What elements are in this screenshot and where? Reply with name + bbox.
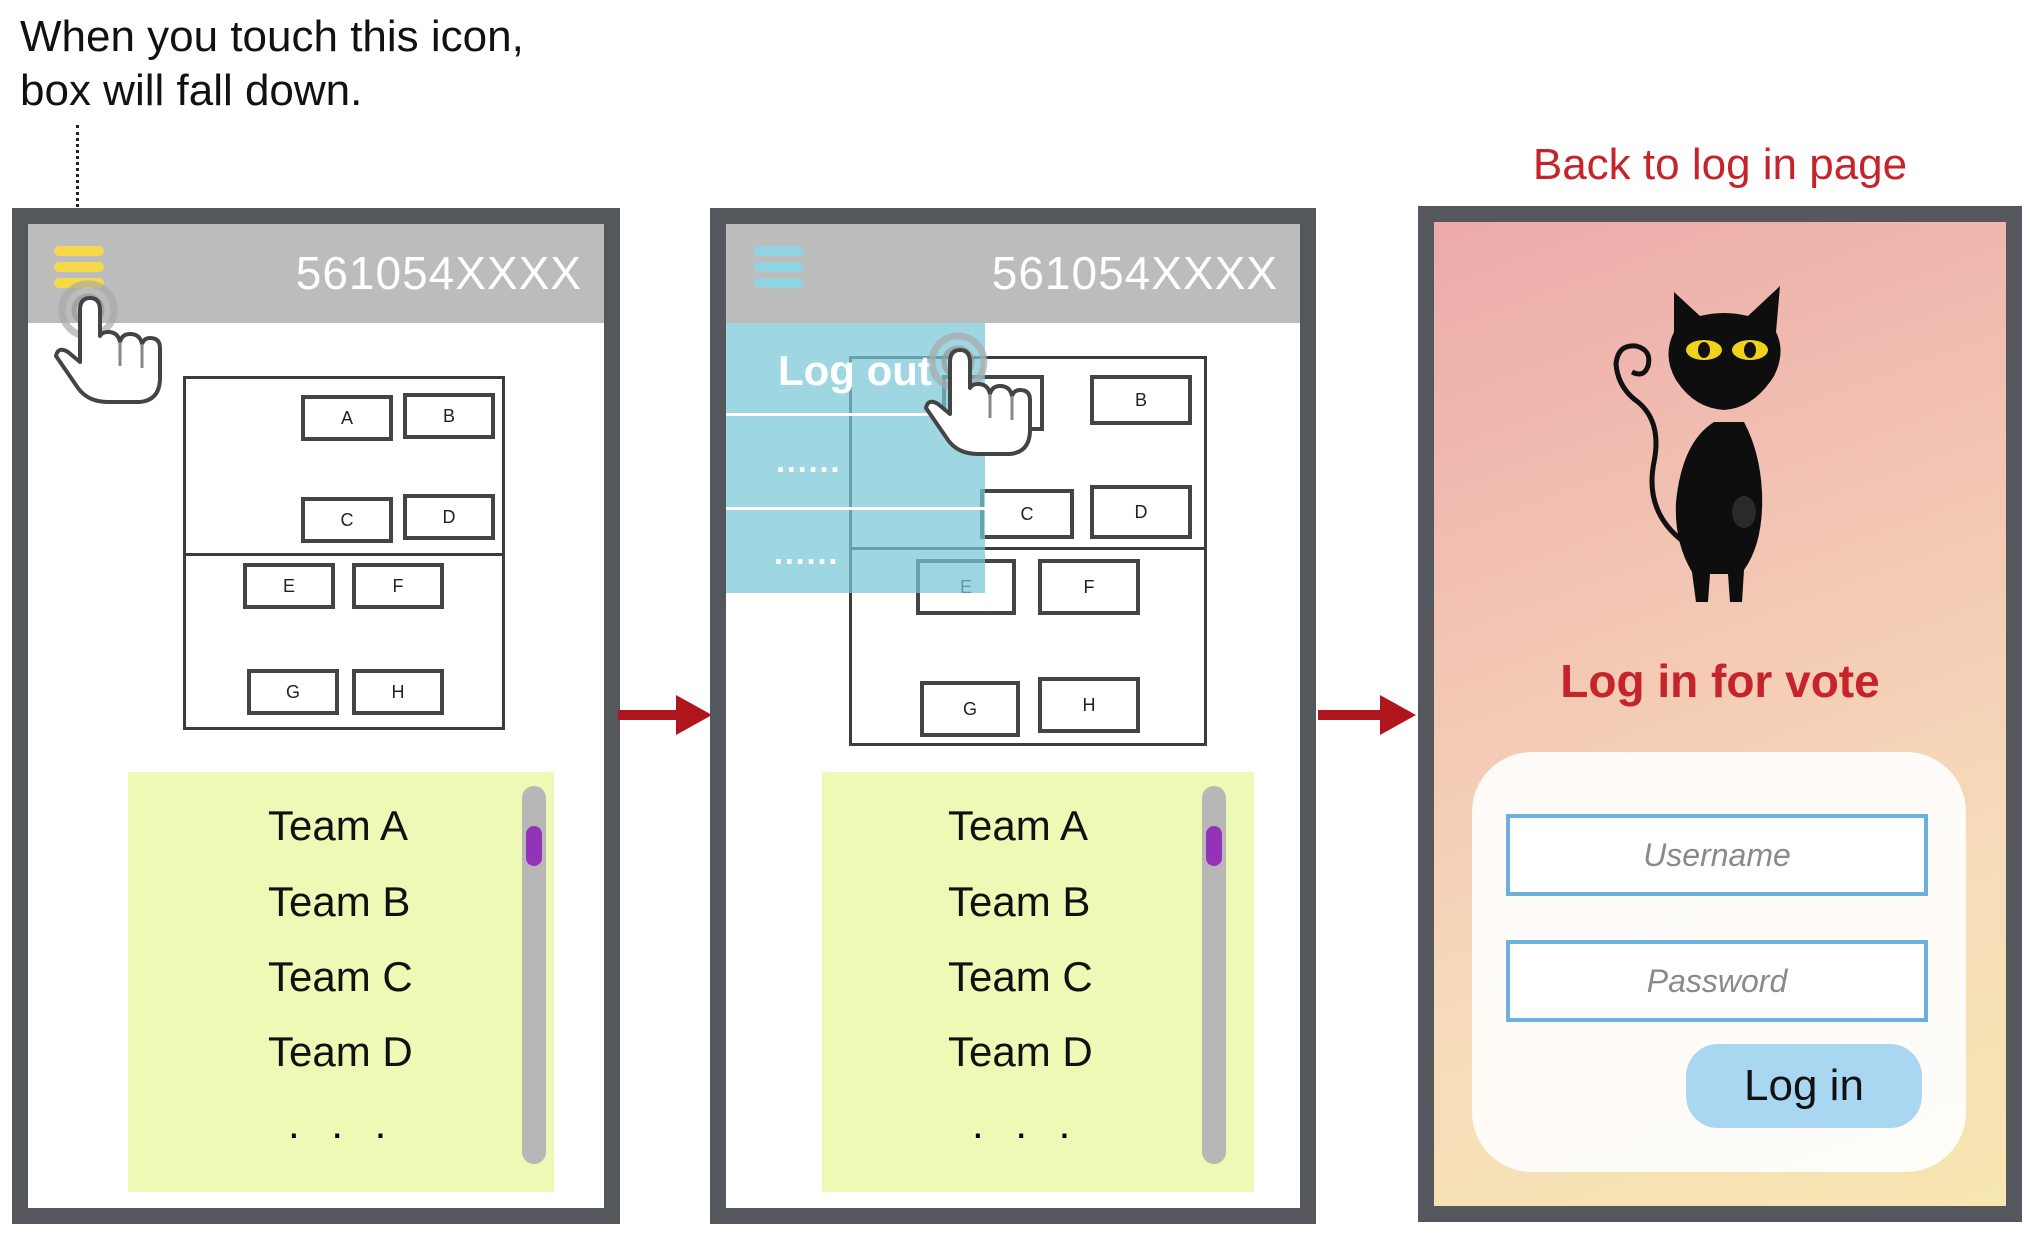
arrow-right-icon — [1318, 695, 1416, 735]
team-list: Team A Team B Team C Team D . . . — [128, 772, 554, 1192]
menu-separator — [726, 507, 985, 510]
team-item[interactable]: Team C — [948, 953, 1093, 1001]
login-button[interactable]: Log in — [1686, 1044, 1922, 1128]
team-item[interactable]: Team A — [268, 802, 408, 850]
menu-item-3[interactable]: ...... — [774, 535, 839, 572]
team-item[interactable]: Team D — [948, 1028, 1093, 1076]
seat-e[interactable]: E — [243, 563, 335, 609]
hamburger-menu-icon[interactable] — [754, 246, 804, 294]
scrollbar[interactable] — [522, 786, 546, 1164]
field-divider — [183, 553, 505, 556]
seat-map: A B C D E F G H — [183, 376, 505, 730]
seat-h[interactable]: H — [352, 669, 444, 715]
tapping-hand-icon — [924, 332, 1032, 456]
team-item[interactable]: Team B — [948, 878, 1090, 926]
seat-b[interactable]: B — [1090, 375, 1192, 425]
seat-f[interactable]: F — [352, 563, 444, 609]
login-form-card: Log in — [1472, 752, 1966, 1172]
phone-number: 561054XXXX — [295, 247, 582, 299]
phone-screen-login: Log in for vote Log in — [1418, 206, 2022, 1222]
seat-a[interactable]: A — [301, 395, 393, 441]
password-input[interactable] — [1506, 940, 1928, 1022]
seat-c[interactable]: C — [980, 489, 1074, 539]
seat-d[interactable]: D — [403, 494, 495, 540]
team-item[interactable]: Team D — [268, 1028, 413, 1076]
tapping-hand-icon — [54, 280, 162, 404]
login-title: Log in for vote — [1560, 655, 1880, 707]
instruction-annotation: When you touch this icon, box will fall … — [20, 10, 740, 118]
username-input[interactable] — [1506, 814, 1928, 896]
top-bar: 561054XXXX — [726, 224, 1300, 323]
team-item[interactable]: Team C — [268, 953, 413, 1001]
team-item[interactable]: Team A — [948, 802, 1088, 850]
scrollbar-thumb[interactable] — [1206, 826, 1222, 866]
more-teams-ellipsis: . . . — [972, 1100, 1081, 1147]
seat-g[interactable]: G — [247, 669, 339, 715]
scrollbar-thumb[interactable] — [526, 826, 542, 866]
annotation-line-2: box will fall down. — [20, 66, 363, 115]
phone-number: 561054XXXX — [991, 247, 1278, 299]
annotation-line-1: When you touch this icon, — [20, 12, 524, 61]
seat-g[interactable]: G — [920, 681, 1020, 737]
seat-d[interactable]: D — [1090, 485, 1192, 539]
login-page-caption: Back to log in page — [1532, 140, 1908, 189]
menu-item-2[interactable]: ...... — [776, 443, 841, 480]
arrow-right-icon — [618, 695, 712, 735]
logout-menu-item[interactable]: Log out — [778, 347, 932, 395]
seat-b[interactable]: B — [403, 393, 495, 439]
black-cat-logo-icon — [1613, 286, 1781, 602]
scrollbar[interactable] — [1202, 786, 1226, 1164]
team-list: Team A Team B Team C Team D . . . — [822, 772, 1254, 1192]
team-item[interactable]: Team B — [268, 878, 410, 926]
seat-h[interactable]: H — [1038, 677, 1140, 733]
seat-f[interactable]: F — [1038, 559, 1140, 615]
seat-c[interactable]: C — [301, 497, 393, 543]
more-teams-ellipsis: . . . — [288, 1100, 397, 1147]
